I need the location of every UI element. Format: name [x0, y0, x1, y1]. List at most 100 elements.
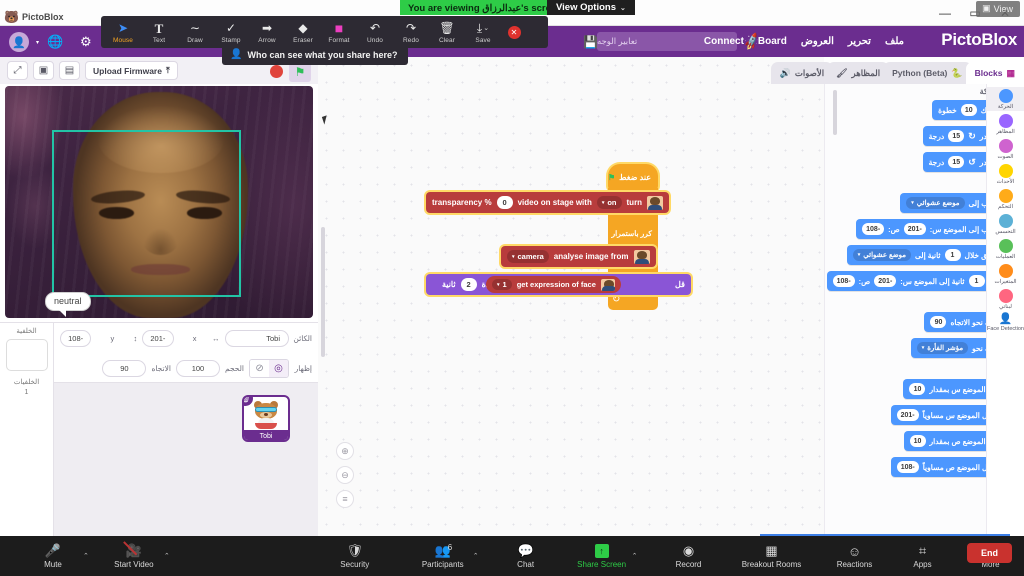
category-motion[interactable]: الحركة: [986, 87, 1024, 112]
avatar[interactable]: 👤: [9, 32, 29, 52]
block-video-on-stage[interactable]: transparency % 0 video on stage with ▾ o…: [426, 192, 670, 213]
view-options-button[interactable]: View Options ⌄: [547, 0, 635, 15]
canvas-scrollbar[interactable]: [321, 227, 325, 357]
annot-tool-save[interactable]: ⤓ ⌄ Save: [465, 16, 501, 48]
annot-tool-draw[interactable]: ∼ Draw: [177, 16, 213, 48]
tab-costumes[interactable]: 🖌 المظاهر: [827, 62, 890, 84]
block-canvas[interactable]: عند ضغط ⚑ كرر باستمرار ↻ transparency % …: [318, 57, 824, 536]
block-value-input[interactable]: 10: [909, 435, 926, 447]
goto-target-dropdown[interactable]: موضع عشوائي ▾: [906, 197, 965, 209]
glide-target-dropdown[interactable]: موضع عشوائي ▾: [852, 249, 912, 261]
chevron-up-icon[interactable]: ⌃: [164, 552, 170, 560]
x-input[interactable]: -201: [142, 329, 174, 347]
sprite-name-input[interactable]: Tobi: [224, 329, 289, 347]
zoom-mute-button[interactable]: 🎤 Mute: [28, 543, 78, 569]
show-hide-toggle[interactable]: ◎ ⊘: [249, 358, 289, 378]
palette-block-goto-xy[interactable]: اذهب إلى الموضع س: -201 ص: -108: [856, 219, 1004, 239]
zoom-out-button[interactable]: ⊖: [336, 466, 354, 484]
canvas-zoom-controls[interactable]: ⊕ ⊖ ≡: [336, 442, 354, 508]
camera-source-dropdown[interactable]: ▾ camera: [507, 250, 549, 263]
block-value-input[interactable]: 15: [948, 130, 965, 142]
category-sound[interactable]: الصوت: [987, 137, 1024, 161]
point-target-dropdown[interactable]: مؤشر الفأرة ▾: [916, 342, 969, 354]
annot-tool-redo[interactable]: ↷ Redo: [393, 16, 429, 48]
block-analyse-image[interactable]: ▾ camera analyse image from: [501, 246, 656, 267]
category-operators[interactable]: العمليات: [987, 237, 1024, 261]
block-value-input[interactable]: -201: [896, 409, 919, 421]
gear-icon[interactable]: ⚙: [80, 34, 92, 50]
annotation-toolbar[interactable]: ➤ Mouse T Text ∼ Draw ✓ Stamp ➡ Arrow ◆ …: [101, 16, 548, 48]
y-input[interactable]: -108: [60, 329, 92, 347]
zoom-reactions-button[interactable]: ☺ Reactions: [830, 543, 880, 570]
globe-icon[interactable]: 🌐: [47, 34, 63, 50]
menu-board[interactable]: Board: [758, 36, 787, 47]
chevron-up-icon[interactable]: ⌃: [473, 552, 479, 560]
annot-tool-mouse[interactable]: ➤ Mouse: [105, 16, 141, 48]
menu-connect[interactable]: Connect: [704, 36, 744, 47]
annot-tool-stamp[interactable]: ✓ Stamp: [213, 16, 249, 48]
upload-firmware-button[interactable]: Upload Firmware ⤒: [85, 61, 178, 80]
menu-file[interactable]: ملف: [885, 36, 904, 47]
category-my-blocks[interactable]: لبناتي: [987, 287, 1024, 311]
palette-block-glide-to[interactable]: انزلق خلال 1 ثانية إلى موضع عشوائي ▾: [846, 245, 1004, 265]
chevron-up-icon[interactable]: ⌃: [632, 552, 638, 560]
tab-python[interactable]: Python (Beta) 🐍: [883, 62, 972, 84]
zoom-apps-button[interactable]: ⌗ Apps: [898, 543, 948, 569]
layout-large-icon[interactable]: ▤: [59, 61, 80, 80]
palette-scrollbar[interactable]: [833, 90, 837, 135]
annot-tool-eraser[interactable]: ◆ Eraser: [285, 16, 321, 48]
category-face-detection[interactable]: 👤 Face Detection: [987, 312, 1024, 333]
chevron-down-icon[interactable]: ▾: [36, 39, 39, 46]
annot-tool-arrow[interactable]: ➡ Arrow: [249, 16, 285, 48]
show-on-icon[interactable]: ◎: [269, 359, 288, 377]
annot-tool-clear[interactable]: 🗑 Clear: [429, 16, 465, 48]
zoom-in-button[interactable]: ⊕: [336, 442, 354, 460]
zoom-chat-button[interactable]: 💬 Chat: [501, 543, 551, 569]
block-value-input[interactable]: 15: [948, 156, 965, 168]
annot-tool-undo[interactable]: ↶ Undo: [357, 16, 393, 48]
block-value-input[interactable]: 10: [960, 104, 977, 116]
annot-tool-text[interactable]: T Text: [141, 16, 177, 48]
save-icon[interactable]: 💾: [583, 35, 598, 49]
block-when-flag-clicked[interactable]: عند ضغط ⚑: [608, 164, 658, 190]
fullscreen-icon[interactable]: ⤢: [7, 61, 28, 80]
size-input[interactable]: 100: [175, 359, 220, 377]
annotation-close-button[interactable]: ✕: [501, 16, 527, 48]
tab-sounds[interactable]: 🔊 الأصوات: [770, 62, 834, 84]
category-control[interactable]: التحكم: [987, 187, 1024, 211]
video-state-dropdown[interactable]: ▾ on: [596, 196, 622, 209]
block-value-input[interactable]: -108: [896, 461, 919, 473]
zoom-security-button[interactable]: 🛡 Security: [330, 543, 380, 569]
say-seconds-input[interactable]: 2: [460, 278, 477, 291]
minimize-button[interactable]: —: [930, 2, 960, 24]
menu-edit[interactable]: تحرير: [848, 36, 871, 47]
stop-button[interactable]: [270, 65, 283, 78]
view-floating-badge[interactable]: ▣ View: [976, 1, 1020, 17]
block-get-expression-of-face[interactable]: ▾ 1 get expression of face: [486, 276, 621, 293]
category-events[interactable]: الأحداث: [987, 162, 1024, 186]
end-meeting-button[interactable]: End: [967, 543, 1012, 563]
block-x-input[interactable]: -201: [874, 275, 897, 287]
show-off-icon[interactable]: ⊘: [250, 359, 269, 377]
zoom-record-button[interactable]: ◉ Record: [664, 543, 714, 569]
block-value-input[interactable]: 90: [930, 316, 947, 328]
zoom-breakout-rooms-button[interactable]: ▦ Breakout Rooms: [732, 543, 812, 569]
chevron-up-icon[interactable]: ⌃: [83, 552, 89, 560]
category-sensing[interactable]: التحسس: [987, 212, 1024, 236]
block-y-input[interactable]: -108: [862, 223, 885, 235]
backdrop-thumbnail[interactable]: [5, 339, 48, 371]
menu-shows[interactable]: العروض: [801, 36, 834, 47]
face-index-dropdown[interactable]: ▾ 1: [492, 279, 512, 290]
stage-video[interactable]: neutral: [5, 86, 313, 318]
transparency-value-input[interactable]: 0: [496, 196, 513, 209]
block-x-input[interactable]: -201: [903, 223, 926, 235]
category-looks[interactable]: المظاهر: [987, 112, 1024, 136]
block-secs-input[interactable]: 1: [968, 275, 985, 287]
annot-tool-format[interactable]: ■ Format: [321, 16, 357, 48]
sprite-tobi-on-stage[interactable]: [13, 316, 59, 318]
zoom-participants-button[interactable]: 👥 6 Participants: [418, 543, 468, 569]
zoom-share-screen-button[interactable]: ↑ Share Screen: [577, 543, 627, 569]
block-secs-input[interactable]: 1: [944, 249, 961, 261]
category-variables[interactable]: المتغيرات: [987, 262, 1024, 286]
block-y-input[interactable]: -108: [832, 275, 855, 287]
